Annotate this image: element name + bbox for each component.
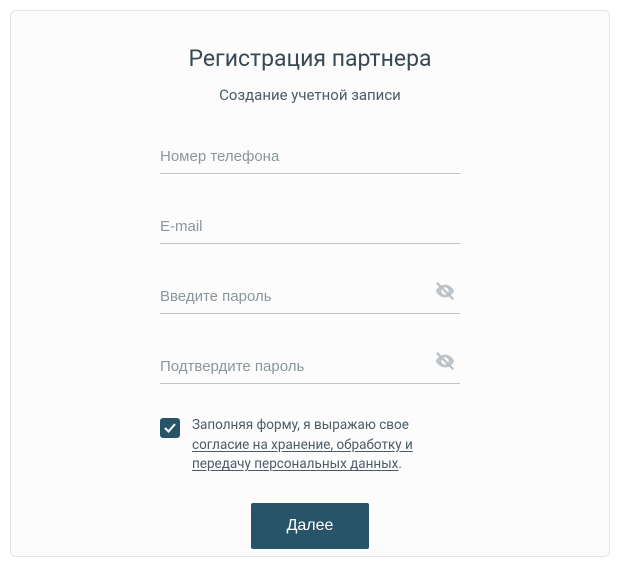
consent-suffix: .: [398, 456, 402, 472]
actions-row: Далее: [160, 503, 460, 549]
consent-checkbox[interactable]: [160, 418, 180, 438]
next-button[interactable]: Далее: [251, 503, 370, 549]
eye-off-icon[interactable]: [434, 350, 456, 372]
consent-prefix: Заполняя форму, я выражаю свое: [192, 417, 409, 433]
email-field-wrapper: [160, 212, 460, 244]
page-title: Регистрация партнера: [160, 45, 460, 72]
email-input[interactable]: [160, 212, 460, 244]
consent-row: Заполняя форму, я выражаю свое согласие …: [160, 416, 460, 475]
phone-field-wrapper: [160, 142, 460, 174]
page-subtitle: Создание учетной записи: [160, 86, 460, 104]
consent-link[interactable]: согласие на хранение, обработку и переда…: [192, 437, 413, 473]
eye-off-icon[interactable]: [434, 280, 456, 302]
phone-input[interactable]: [160, 142, 460, 174]
consent-text: Заполняя форму, я выражаю свое согласие …: [192, 416, 460, 475]
password-confirm-input[interactable]: [160, 352, 460, 384]
password-field-wrapper: [160, 282, 460, 314]
registration-card: Регистрация партнера Создание учетной за…: [10, 10, 610, 557]
password-input[interactable]: [160, 282, 460, 314]
password-confirm-field-wrapper: [160, 352, 460, 384]
